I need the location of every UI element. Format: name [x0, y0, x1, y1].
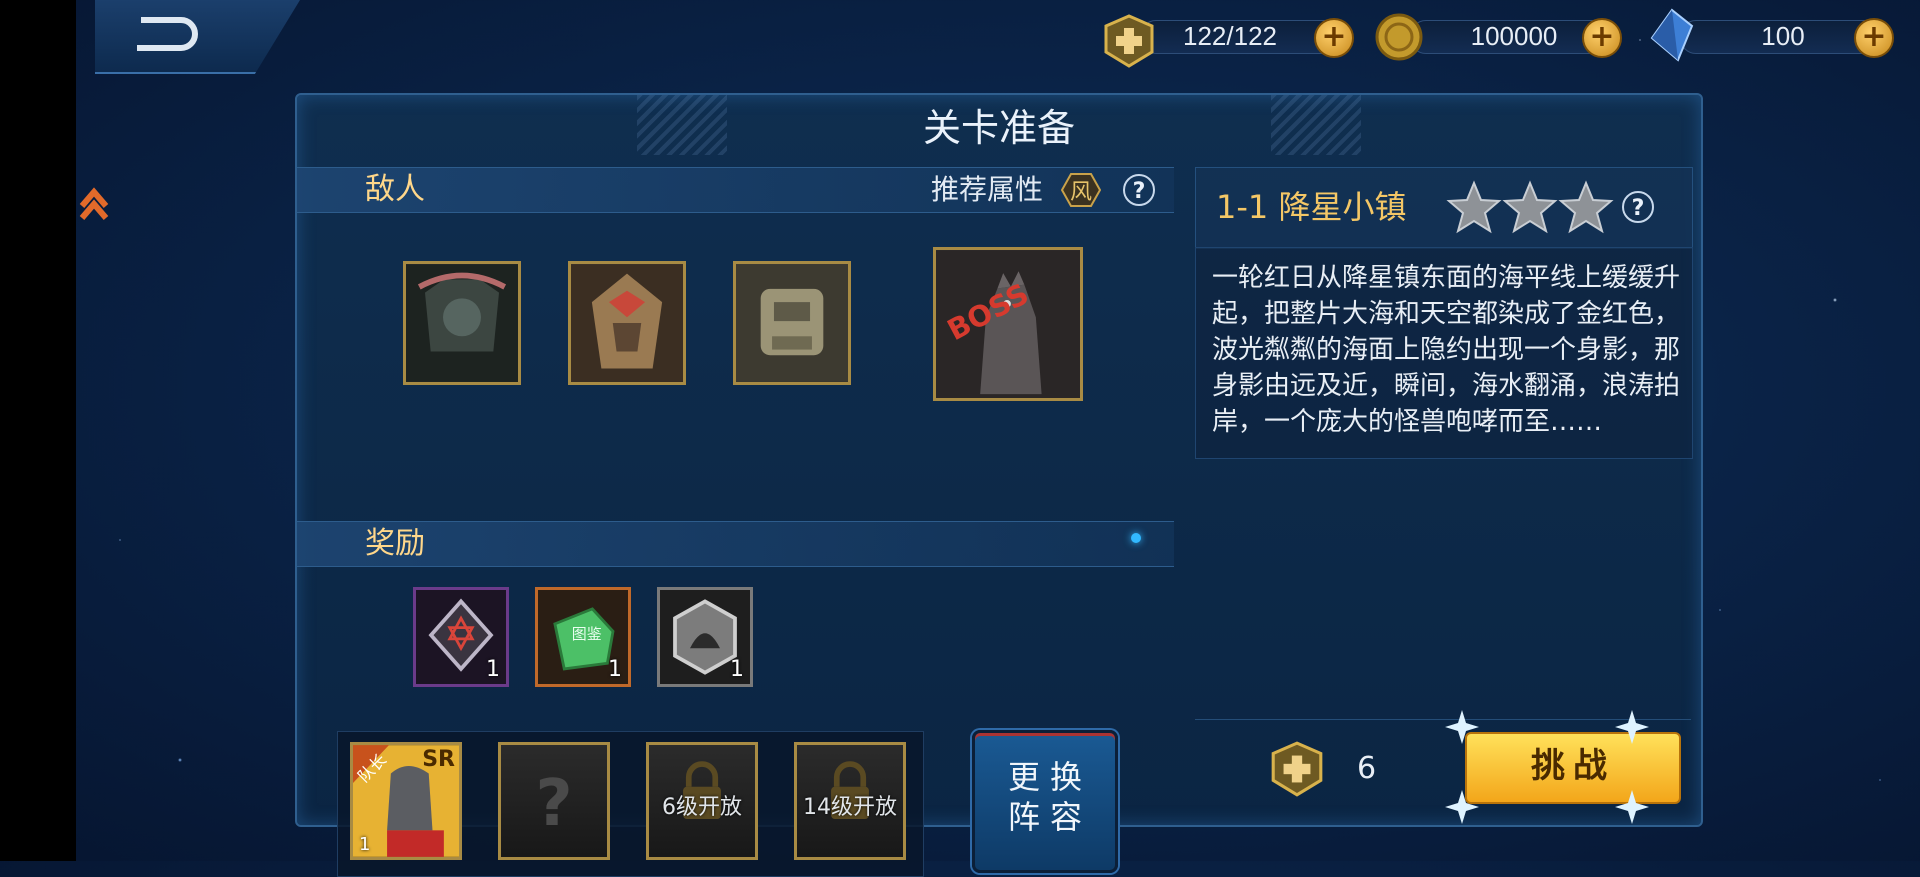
rewards-header: 奖励: [297, 521, 1174, 567]
change-lineup-line2: 阵容: [1007, 798, 1092, 836]
stage-help-button[interactable]: ?: [1622, 191, 1654, 223]
change-lineup-button[interactable]: 更换 阵容: [972, 730, 1118, 873]
enemy-card-1[interactable]: [403, 261, 521, 385]
stage-description-box: 一轮红日从降星镇东面的海平线上缓缓升起，把整片大海和天空都染成了金红色，波光粼粼…: [1195, 247, 1693, 459]
star-icon: [1502, 180, 1558, 234]
team-slot-1[interactable]: 队长 SR 1: [350, 742, 462, 860]
enemy-card-3[interactable]: [733, 261, 851, 385]
stage-prep-panel: 关卡准备 敌人 推荐属性 风 ? BOSS 奖励 1 图鉴 1 1 队长 SR …: [295, 93, 1703, 877]
recommend-help-button[interactable]: ?: [1123, 174, 1155, 206]
enemy-2-portrait: [571, 264, 683, 382]
slot-4-unlock-text: 14级开放: [803, 795, 897, 820]
reward-item-3[interactable]: 1: [657, 587, 753, 687]
stamina-cost-icon: [1271, 741, 1323, 797]
stamina-icon: [1104, 14, 1154, 68]
reward-2-count: 1: [608, 657, 622, 682]
right-column: 1-1 降星小镇 ? 一轮红日从降星镇东面的海平线上缓缓升起，把整片大海和天空都…: [1195, 167, 1693, 824]
stamina-add-button[interactable]: +: [1314, 18, 1354, 58]
slot-3-unlock-text: 6级开放: [662, 795, 742, 820]
diamond-icon: [1650, 8, 1694, 62]
enemy-1-portrait: [406, 264, 518, 382]
gold-coin-icon: [1375, 13, 1423, 61]
hero-level: 1: [359, 834, 371, 855]
svg-text:图鉴: 图鉴: [572, 625, 602, 643]
enemy-card-2[interactable]: [568, 261, 686, 385]
stamina-cost: 6: [1357, 751, 1377, 786]
diamond-resource: 100 +: [1648, 8, 1894, 62]
panel-title: 关卡准备: [922, 106, 1075, 150]
change-lineup-line1: 更换: [1007, 758, 1092, 796]
stamina-value: 122/122: [1183, 21, 1277, 51]
empty-slot-question-icon: ?: [535, 767, 573, 841]
back-arrow-icon: [137, 17, 198, 51]
reward-1-count: 1: [486, 657, 500, 682]
recommend-attr-label: 推荐属性: [931, 173, 1044, 206]
wind-attribute-icon: 风: [1061, 173, 1101, 207]
team-lineup-bar: 队长 SR 1 ? 6级开放 14级开放: [337, 731, 924, 877]
stage-header: 1-1 降星小镇 ?: [1195, 167, 1693, 249]
rewards-label: 奖励: [365, 526, 425, 561]
left-column: 敌人 推荐属性 风 ? BOSS 奖励 1 图鉴 1 1 队长 SR 1 ? 6…: [297, 167, 1174, 877]
star-icon: [1558, 180, 1614, 234]
reward-item-2[interactable]: 图鉴 1: [535, 587, 631, 687]
enemy-3-portrait: [736, 264, 848, 382]
team-slot-2[interactable]: ?: [498, 742, 610, 860]
team-slot-3-locked[interactable]: 6级开放: [646, 742, 758, 860]
boss-portrait: BOSS: [936, 250, 1080, 398]
sparkle-icon: [1445, 790, 1479, 824]
back-button[interactable]: [95, 0, 300, 74]
team-slot-4-locked[interactable]: 14级开放: [794, 742, 906, 860]
boss-card[interactable]: BOSS: [933, 247, 1083, 401]
challenge-footer: 6 挑战: [1195, 710, 1691, 824]
gold-value: 100000: [1470, 21, 1558, 51]
diamond-value: 100: [1761, 21, 1805, 51]
diamond-add-button[interactable]: +: [1854, 18, 1894, 58]
stage-title: 1-1 降星小镇: [1216, 188, 1407, 226]
side-expand-icon[interactable]: [76, 180, 110, 224]
reward-3-count: 1: [730, 657, 744, 682]
svg-text:风: 风: [1070, 180, 1092, 205]
reward-item-1[interactable]: 1: [413, 587, 509, 687]
sparkle-icon: [1615, 710, 1649, 744]
enemies-label: 敌人: [365, 172, 425, 207]
sparkle-icon: [1615, 790, 1649, 824]
gold-resource: 100000 +: [1374, 13, 1624, 61]
left-black-bar: [0, 0, 76, 861]
page-indicator-dot: [1131, 533, 1141, 543]
stamina-resource: 122/122 +: [1100, 14, 1354, 68]
gold-add-button[interactable]: +: [1582, 18, 1622, 58]
rarity-tag: SR: [422, 747, 455, 772]
star-icon: [1446, 180, 1502, 234]
stage-description: 一轮红日从降星镇东面的海平线上缓缓升起，把整片大海和天空都染成了金红色，波光粼粼…: [1212, 263, 1681, 437]
sparkle-icon: [1445, 710, 1479, 744]
enemies-header: 敌人 推荐属性 风 ?: [297, 167, 1174, 213]
